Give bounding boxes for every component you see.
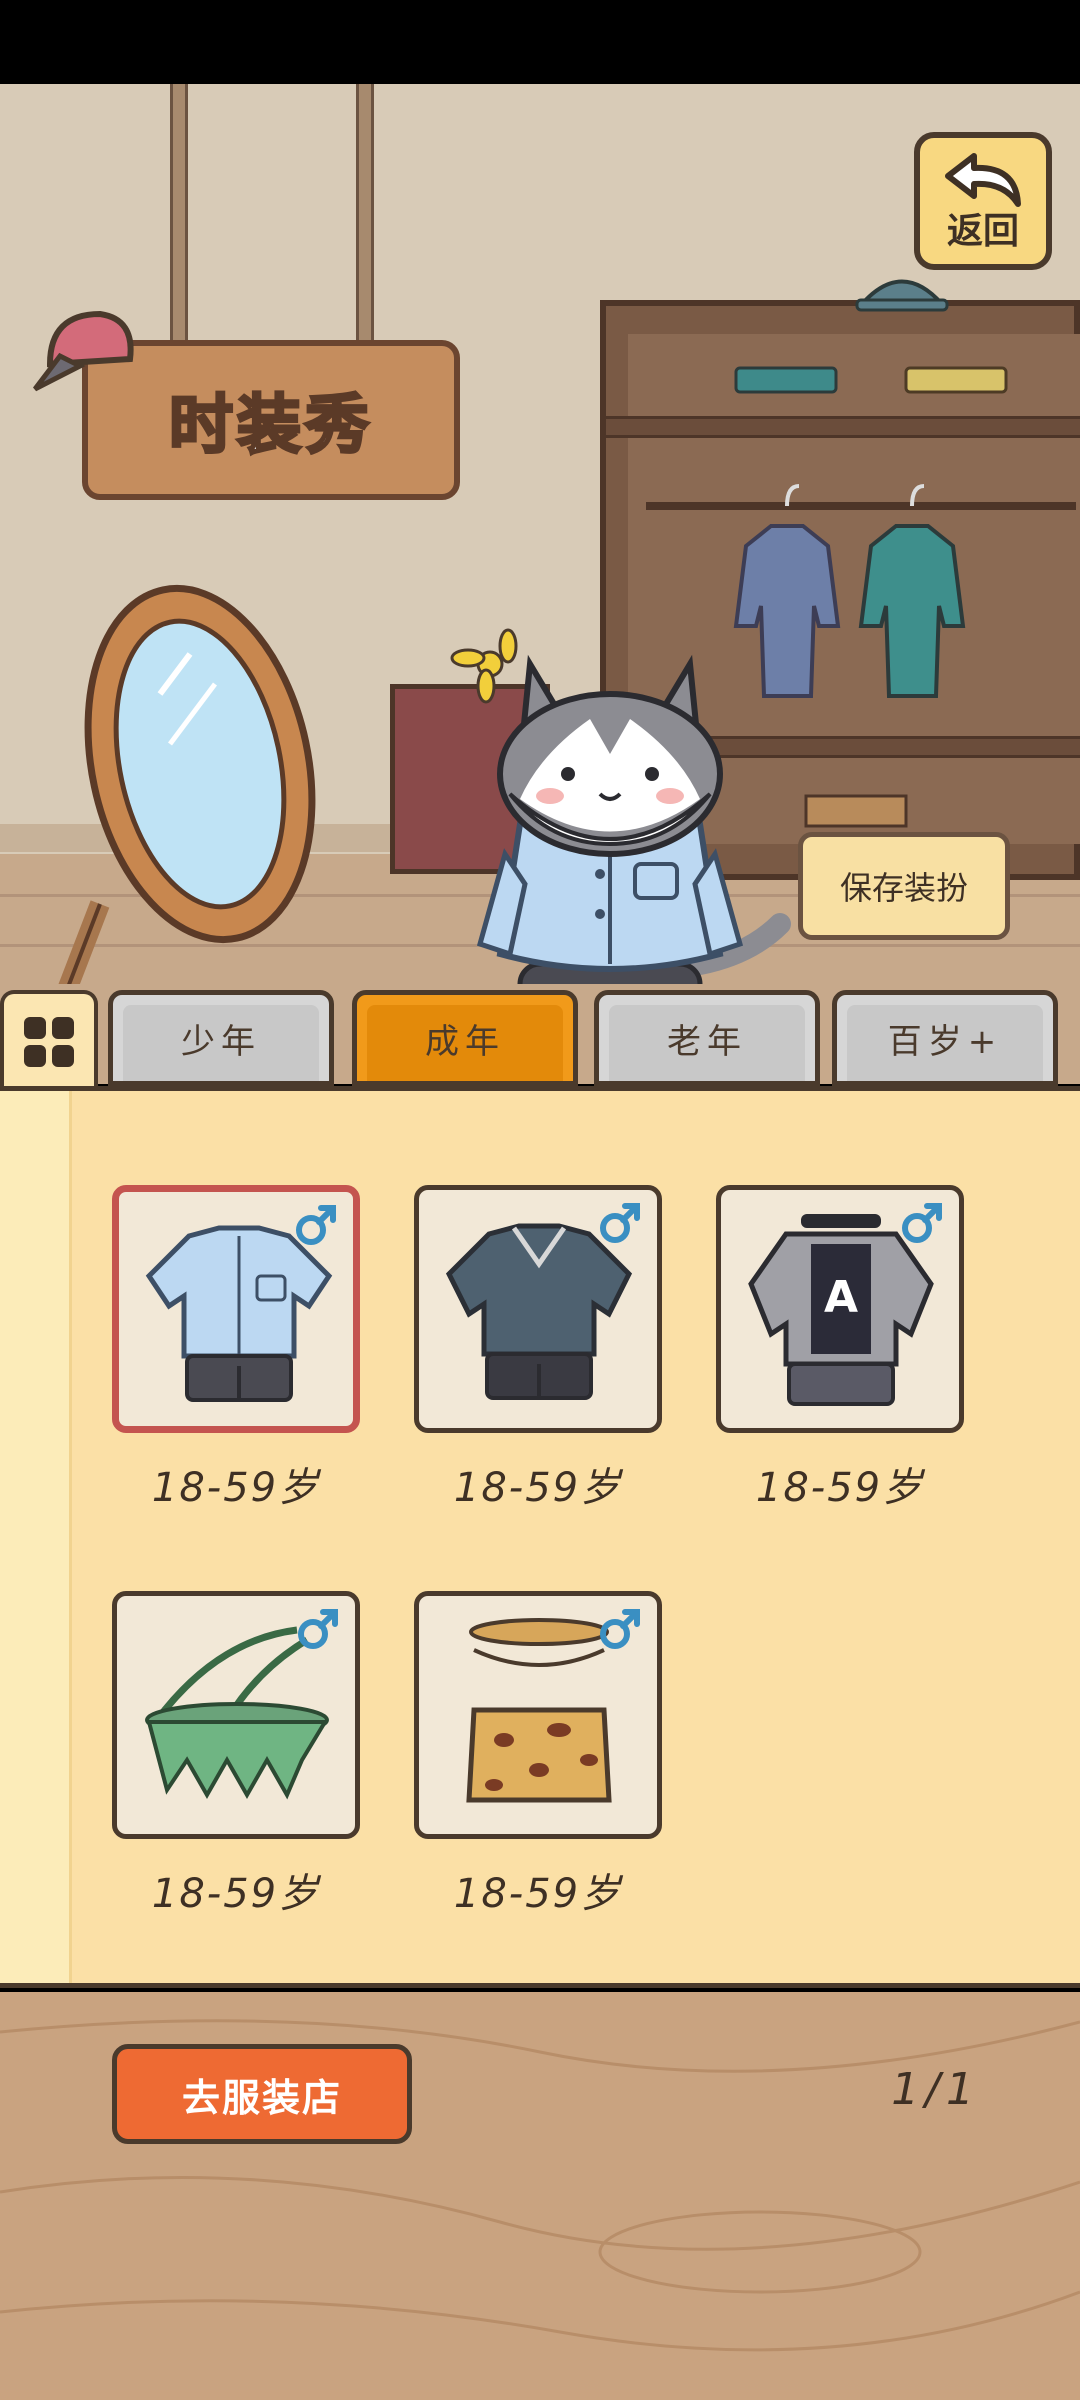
age-range-label: 18-59岁 xyxy=(151,1871,321,1917)
age-range-label: 18-59岁 xyxy=(453,1465,623,1511)
svg-text:A: A xyxy=(824,1272,858,1323)
back-button-label: 返回 xyxy=(946,211,1019,252)
page-title: 时装秀 xyxy=(168,388,373,465)
dressing-room-scene: 时装秀 返回 保存装扮 xyxy=(0,84,1080,994)
go-to-shop-button[interactable]: 去服装店 xyxy=(112,2044,412,2144)
outfit-item-dark-suit[interactable]: 18-59岁 xyxy=(414,1185,662,1513)
sign-rope-right xyxy=(356,84,374,354)
outfit-item-leopard[interactable]: 18-59岁 xyxy=(414,1591,662,1919)
age-range-label: 18-59岁 xyxy=(151,1465,321,1511)
tab-label: 百岁+ xyxy=(887,1021,1003,1062)
age-range-label: 18-59岁 xyxy=(755,1465,925,1511)
tab-youth[interactable]: 少年 xyxy=(108,990,334,1086)
outfit-card[interactable] xyxy=(414,1185,662,1433)
back-button[interactable]: 返回 xyxy=(914,132,1052,270)
red-cap-icon xyxy=(33,310,134,392)
outfit-panel: 18-59岁 18-59岁 A 18-59岁 18-59岁 18-59岁 xyxy=(0,1086,1080,1988)
age-range-label: 18-59岁 xyxy=(453,1871,623,1917)
grid-icon xyxy=(24,1017,74,1067)
standing-mirror-icon xyxy=(54,584,316,994)
cat-character[interactable] xyxy=(450,624,810,994)
sign-rope-left xyxy=(170,84,188,354)
outfit-item-leaf-skirt[interactable]: 18-59岁 xyxy=(112,1591,360,1919)
outfit-card[interactable] xyxy=(414,1591,662,1839)
tab-adult[interactable]: 成年 xyxy=(352,990,578,1086)
tab-elder[interactable]: 老年 xyxy=(594,990,820,1086)
male-icon xyxy=(298,1609,338,1649)
male-icon xyxy=(296,1205,336,1245)
outfit-card[interactable] xyxy=(112,1185,360,1433)
status-bar xyxy=(0,0,1080,84)
tab-centenarian[interactable]: 百岁+ xyxy=(832,990,1058,1086)
save-outfit-button[interactable]: 保存装扮 xyxy=(798,832,1010,940)
go-to-shop-label: 去服装店 xyxy=(181,2075,342,2120)
tab-label: 老年 xyxy=(667,1021,747,1062)
outfit-card[interactable] xyxy=(112,1591,360,1839)
panel-spine xyxy=(0,1091,72,1983)
tab-label: 少年 xyxy=(181,1021,261,1062)
tab-all[interactable] xyxy=(0,990,98,1090)
bottom-bar: 去服装店 1/1 xyxy=(0,1992,1080,2400)
outfit-item-blue-shirt[interactable]: 18-59岁 xyxy=(112,1185,360,1513)
outfit-card[interactable]: A xyxy=(716,1185,964,1433)
page-indicator: 1/1 xyxy=(891,2064,980,2115)
back-arrow-icon xyxy=(945,153,1021,207)
male-icon xyxy=(600,1203,640,1243)
tab-label: 成年 xyxy=(425,1021,505,1062)
male-icon xyxy=(902,1203,942,1243)
save-outfit-label: 保存装扮 xyxy=(839,869,968,907)
outfit-item-gray-jacket[interactable]: A 18-59岁 xyxy=(716,1185,964,1513)
male-icon xyxy=(600,1609,640,1649)
